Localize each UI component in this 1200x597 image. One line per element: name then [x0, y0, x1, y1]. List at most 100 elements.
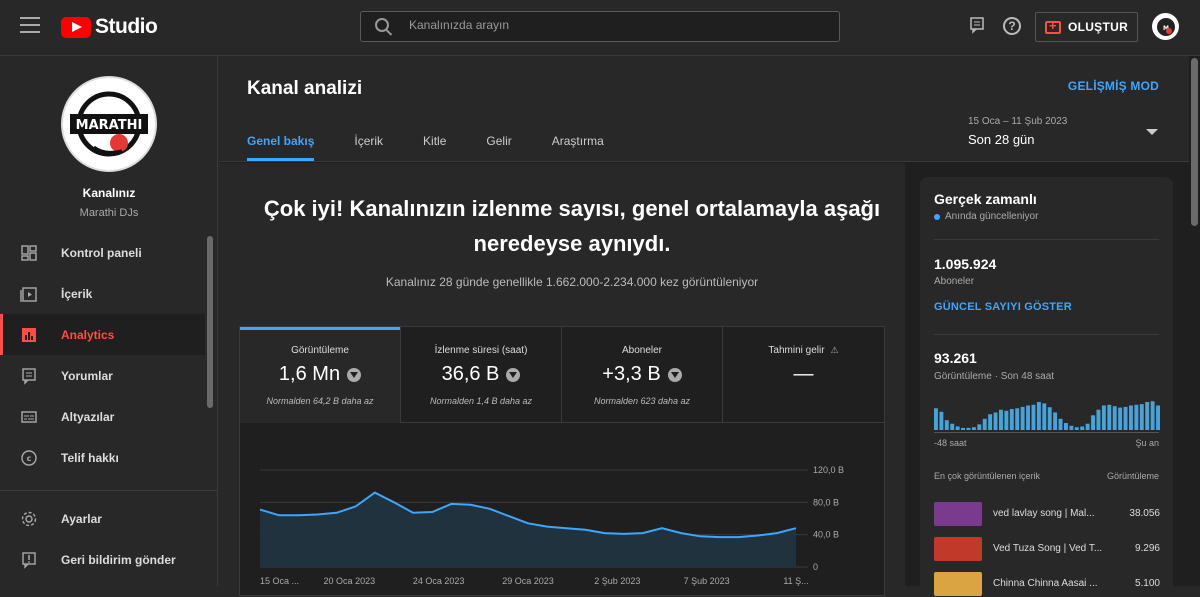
page-scroll-thumb[interactable]	[1191, 58, 1198, 226]
realtime-bar[interactable]	[1036, 402, 1041, 430]
search-input[interactable]	[409, 18, 819, 32]
help-icon[interactable]: ?	[1003, 17, 1021, 35]
realtime-bar[interactable]	[1150, 401, 1155, 430]
sidebar-item-subtitles[interactable]: Altyazılar	[0, 396, 205, 437]
realtime-bar[interactable]	[993, 412, 998, 431]
metric-watch-time[interactable]: İzlenme süresi (saat) 36,6 B Normalden 1…	[401, 327, 562, 423]
realtime-bar-chart	[934, 401, 1160, 431]
top-content-item[interactable]: Ved Tuza Song | Ved T... 9.296	[934, 536, 1160, 561]
realtime-bar[interactable]	[1053, 412, 1058, 431]
realtime-bar[interactable]	[1047, 407, 1052, 430]
realtime-bar[interactable]	[950, 423, 955, 430]
realtime-bar[interactable]	[977, 424, 982, 430]
sidebar-scrollbar[interactable]	[207, 236, 213, 408]
y-tick-label: 120,0 B	[813, 465, 844, 475]
realtime-bar[interactable]	[1139, 404, 1144, 430]
x-tick-label: 29 Oca 2023	[502, 576, 554, 586]
realtime-bar[interactable]	[944, 420, 949, 430]
realtime-bar[interactable]	[1026, 405, 1030, 431]
metric-value-row: 1,6 Mn	[240, 363, 400, 386]
realtime-bar[interactable]	[1134, 404, 1139, 430]
realtime-bar[interactable]	[966, 427, 971, 430]
metric-value: +3,3 B	[602, 363, 661, 385]
video-views: 5.100	[1134, 578, 1160, 589]
menu-icon[interactable]	[20, 17, 40, 35]
sidebar-item-comments[interactable]: Yorumlar	[0, 355, 205, 396]
realtime-bar[interactable]	[1101, 405, 1106, 431]
chevron-down-icon[interactable]	[1146, 129, 1158, 135]
realtime-bar[interactable]	[939, 411, 944, 430]
realtime-bar[interactable]	[1085, 423, 1090, 430]
metric-note: Normalden 1,4 B daha az	[429, 396, 533, 406]
x-tick-label: 15 Oca ...	[260, 576, 299, 586]
sidebar-item-analytics[interactable]: Analytics	[0, 314, 205, 355]
top-content-item[interactable]: Chinna Chinna Aasai ... 5.100	[934, 571, 1160, 596]
realtime-bar[interactable]	[1042, 403, 1047, 430]
realtime-bar[interactable]	[988, 414, 993, 430]
realtime-bar[interactable]	[1129, 405, 1133, 431]
video-views: 9.296	[1134, 543, 1160, 554]
sidebar-item-label: Yorumlar	[61, 368, 113, 383]
top-content-item[interactable]: ved lavlay song | Mal... 38.056	[934, 501, 1160, 526]
channel-avatar[interactable]: MARATHI	[61, 76, 157, 172]
realtime-bar[interactable]	[1031, 404, 1036, 430]
realtime-bar[interactable]	[982, 418, 987, 430]
realtime-bar[interactable]	[1123, 406, 1128, 430]
metric-label: Aboneler	[621, 345, 663, 356]
metric-views[interactable]: Görüntüleme 1,6 Mn Normalden 64,2 B daha…	[240, 327, 401, 423]
feedback-icon[interactable]	[967, 16, 987, 36]
sidebar-item-content[interactable]: İçerik	[0, 273, 205, 314]
sidebar-item-label: İçerik	[61, 286, 93, 301]
realtime-bar[interactable]	[1091, 415, 1095, 430]
realtime-bar[interactable]	[1080, 426, 1085, 431]
date-range-label[interactable]: Son 28 gün	[968, 132, 1035, 147]
realtime-bar[interactable]	[1074, 427, 1079, 430]
search-box[interactable]	[360, 11, 840, 42]
video-thumbnail	[934, 501, 982, 526]
realtime-bar[interactable]	[1058, 418, 1063, 430]
channel-name[interactable]: Marathi DJs	[0, 207, 218, 219]
metric-revenue[interactable]: Tahmini gelir ⚠ —	[723, 327, 884, 423]
advanced-mode-button[interactable]: GELİŞMİŞ MOD	[1068, 79, 1159, 93]
realtime-bar[interactable]	[1020, 406, 1025, 430]
create-button[interactable]: OLUŞTUR	[1035, 12, 1138, 42]
realtime-bar[interactable]	[961, 427, 965, 430]
realtime-bar[interactable]	[1004, 410, 1009, 430]
realtime-bar[interactable]	[934, 408, 938, 430]
realtime-bar[interactable]	[955, 426, 960, 431]
realtime-bar[interactable]	[1096, 409, 1101, 430]
realtime-bar[interactable]	[1112, 406, 1117, 430]
tab-audience[interactable]: Kitle	[423, 134, 446, 160]
studio-logo[interactable]: Studio	[61, 15, 158, 39]
show-current-count-button[interactable]: GÜNCEL SAYIYI GÖSTER	[934, 301, 1072, 313]
realtime-bar[interactable]	[1107, 404, 1112, 430]
realtime-bar[interactable]	[1118, 407, 1123, 430]
page-scrollbar[interactable]	[1189, 56, 1200, 586]
realtime-bar[interactable]	[1069, 425, 1074, 430]
tab-overview[interactable]: Genel bakış	[247, 134, 315, 161]
realtime-bar[interactable]	[971, 427, 976, 430]
date-range-text[interactable]: 15 Oca – 11 Şub 2023	[968, 116, 1067, 127]
chart-area-fill	[260, 492, 796, 567]
sidebar-item-dashboard[interactable]: Kontrol paneli	[0, 232, 205, 273]
realtime-bar[interactable]	[1015, 408, 1020, 430]
account-avatar[interactable]: M	[1152, 13, 1179, 40]
metric-tabs: Görüntüleme 1,6 Mn Normalden 64,2 B daha…	[240, 327, 884, 423]
sidebar-item-settings[interactable]: Ayarlar	[0, 498, 218, 539]
realtime-bar[interactable]	[1064, 423, 1068, 430]
sidebar-item-feedback[interactable]: Geri bildirim gönder	[0, 539, 218, 580]
sidebar-item-copyright[interactable]: c Telif hakkı	[0, 437, 205, 478]
realtime-bar[interactable]	[999, 409, 1003, 430]
metric-subscribers[interactable]: Aboneler +3,3 B Normalden 623 daha az	[562, 327, 723, 423]
realtime-bar[interactable]	[1145, 402, 1150, 430]
realtime-bar[interactable]	[1156, 405, 1160, 431]
tab-content[interactable]: İçerik	[354, 134, 383, 160]
tab-revenue[interactable]: Gelir	[486, 134, 511, 160]
realtime-bar[interactable]	[1009, 409, 1014, 430]
bar-axis-left: -48 saat	[934, 438, 967, 448]
search-icon	[375, 18, 389, 32]
arrow-down-icon	[506, 367, 521, 382]
tab-research[interactable]: Araştırma	[552, 134, 604, 160]
y-tick-label: 40,0 B	[813, 530, 839, 540]
sidebar-bottom-nav: Ayarlar Geri bildirim gönder	[0, 498, 218, 580]
